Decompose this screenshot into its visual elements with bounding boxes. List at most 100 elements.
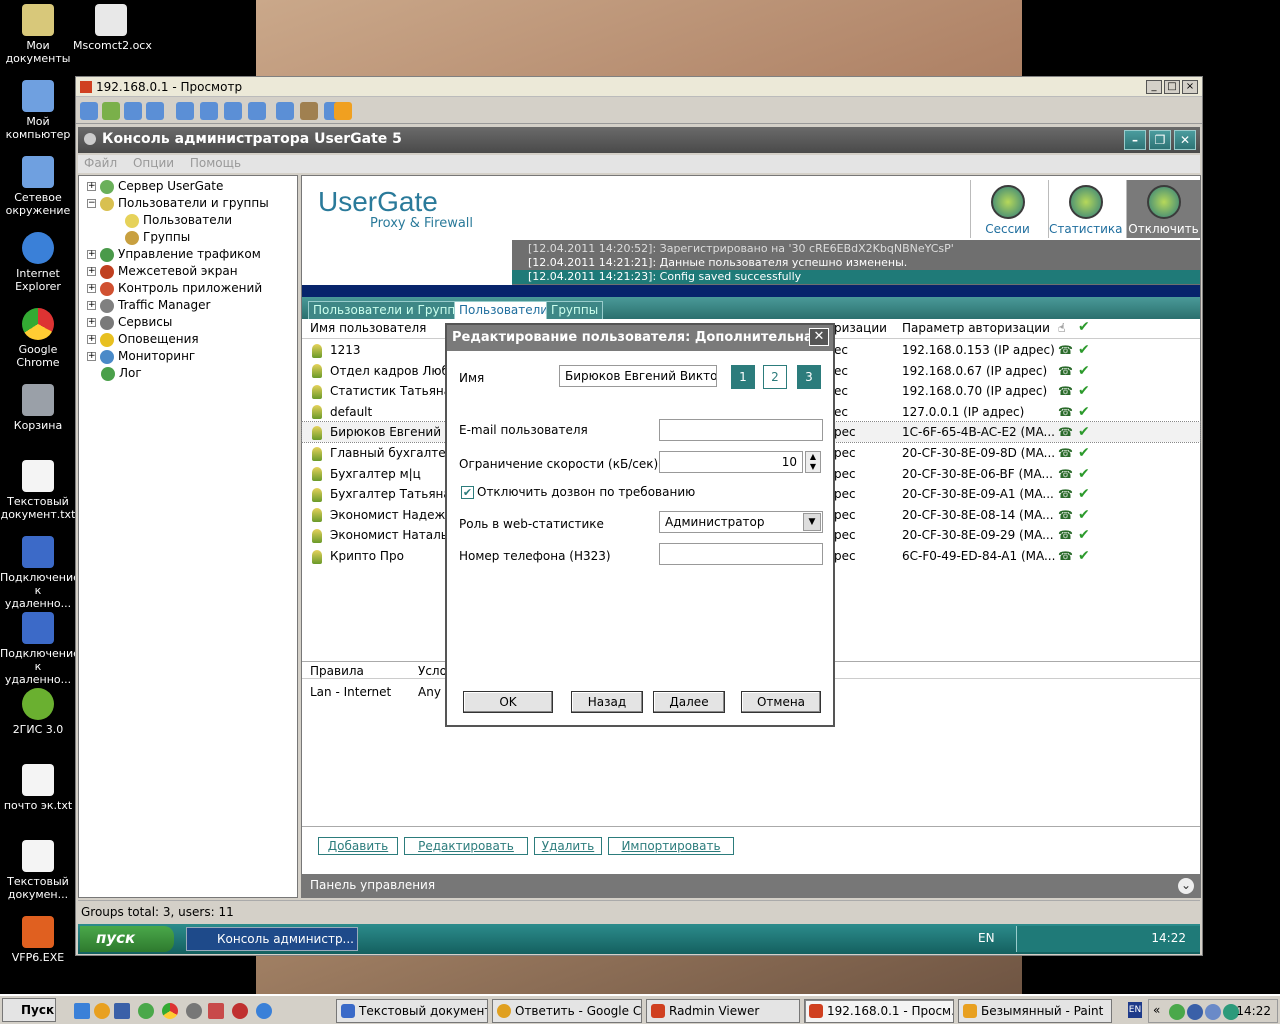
step-3-button[interactable]: 3: [797, 365, 821, 389]
copy-icon[interactable]: [276, 102, 294, 120]
column-auth-param[interactable]: Параметр авторизации: [902, 321, 1050, 335]
tree-item-services[interactable]: + Сервисы: [87, 314, 172, 331]
task-radmin-viewer[interactable]: Radmin Viewer: [646, 999, 800, 1023]
chrome-icon[interactable]: [162, 1003, 178, 1019]
expand-icon[interactable]: +: [87, 267, 96, 276]
collapse-icon[interactable]: −: [87, 199, 96, 208]
control-panel-bar[interactable]: Панель управления ⌄: [302, 874, 1200, 897]
phone-icon[interactable]: ☎: [1058, 464, 1073, 484]
dialog-close-button[interactable]: ✕: [809, 328, 829, 346]
check-icon[interactable]: ✔: [1078, 381, 1090, 401]
check-icon[interactable]: ✔: [1078, 402, 1090, 422]
desktop-icon-my-documents[interactable]: Мои документы: [0, 4, 76, 65]
task-text-document[interactable]: Текстовый документ ...: [336, 999, 488, 1023]
phone-icon[interactable]: ☎: [1058, 402, 1073, 422]
message-icon[interactable]: [146, 102, 164, 120]
check-icon[interactable]: ✔: [1078, 505, 1090, 525]
radmin-title-bar[interactable]: 192.168.0.1 - Просмотр _ □ ×: [76, 77, 1202, 97]
remote-start-button[interactable]: пуск: [80, 926, 174, 952]
chat-icon[interactable]: [102, 102, 120, 120]
email-field[interactable]: [659, 419, 823, 441]
column-conditions[interactable]: Усло: [418, 664, 447, 678]
phone-icon[interactable]: ☎: [1058, 505, 1073, 525]
desktop-icon-mscomct2[interactable]: Mscomct2.ocx: [73, 4, 152, 52]
tools-icon[interactable]: [300, 102, 318, 120]
menu-options[interactable]: Опции: [133, 156, 174, 170]
phone-icon[interactable]: ☎: [1058, 546, 1073, 566]
check-icon[interactable]: ✔: [1078, 340, 1090, 360]
tray-icon[interactable]: [1169, 1004, 1185, 1020]
ug-restore-button[interactable]: ❐: [1149, 130, 1171, 150]
sessions-button[interactable]: Сессии: [970, 180, 1044, 238]
expand-icon[interactable]: +: [87, 284, 96, 293]
column-user-name[interactable]: Имя пользователя: [310, 321, 426, 335]
phone-icon[interactable]: ☎: [1058, 525, 1073, 545]
desktop-icon-pochto[interactable]: почто эк.txt: [0, 764, 76, 812]
tree-item-log[interactable]: Лог: [101, 365, 142, 382]
statistics-button[interactable]: Статистика: [1048, 180, 1123, 238]
check-icon[interactable]: ✔: [1078, 443, 1090, 463]
dialog-title-bar[interactable]: Редактирование пользователя: Дополнитель…: [447, 325, 833, 351]
ug-close-button[interactable]: ✕: [1174, 130, 1196, 150]
phone-icon[interactable]: ☎: [1058, 422, 1073, 442]
tree-item-groups[interactable]: Группы: [125, 229, 190, 246]
show-desktop-icon[interactable]: [74, 1003, 90, 1019]
phone-icon[interactable]: ☎: [1058, 381, 1073, 401]
tab-users-and-groups[interactable]: Пользователи и Группы: [308, 301, 470, 319]
quicklaunch-icon[interactable]: [138, 1003, 154, 1019]
speed-limit-field[interactable]: 10: [659, 451, 803, 473]
task-radmin-view[interactable]: 192.168.0.1 - Просм...: [804, 999, 954, 1023]
tree-item-firewall[interactable]: + Межсетевой экран: [87, 263, 238, 280]
tree-item-server[interactable]: + Сервер UserGate: [87, 178, 223, 195]
next-button[interactable]: Далее: [653, 691, 725, 713]
step-1-button[interactable]: 1: [731, 365, 755, 389]
window-icon[interactable]: [224, 102, 242, 120]
name-field[interactable]: Бирюков Евгений Викторо: [559, 365, 717, 387]
tree-item-monitoring[interactable]: + Мониторинг: [87, 348, 195, 365]
disconnect-button[interactable]: Отключить: [1126, 180, 1200, 238]
delete-button[interactable]: Удалить: [534, 837, 602, 855]
desktop-icon-recycle-bin[interactable]: Корзина: [0, 384, 76, 432]
desktop-icon-ie[interactable]: Internet Explorer: [0, 232, 76, 293]
cancel-button[interactable]: Отмена: [741, 691, 821, 713]
refresh-icon[interactable]: [248, 102, 266, 120]
desktop-icon-chrome[interactable]: Google Chrome: [0, 308, 76, 369]
volume-icon[interactable]: [1205, 1004, 1221, 1020]
desktop-icon-text-doc-2[interactable]: Текстовый докумен...: [0, 840, 76, 901]
expand-icon[interactable]: +: [87, 250, 96, 259]
column-auth-type[interactable]: ризации: [834, 321, 887, 335]
ug-minimize-button[interactable]: –: [1124, 130, 1146, 150]
remote-task-usergate[interactable]: Консоль администр...: [186, 927, 358, 951]
desktop-icon-vfp6[interactable]: VFP6.EXE: [0, 916, 76, 964]
import-button[interactable]: Импортировать: [608, 837, 734, 855]
check-icon[interactable]: ✔: [1078, 422, 1090, 442]
tree-item-app-control[interactable]: + Контроль приложений: [87, 280, 262, 297]
opera-icon[interactable]: [232, 1003, 248, 1019]
connect-icon[interactable]: [80, 102, 98, 120]
check-icon[interactable]: ✔: [1078, 546, 1090, 566]
tree-item-traffic[interactable]: + Управление трафиком: [87, 246, 261, 263]
chevron-down-icon[interactable]: ▼: [803, 513, 821, 531]
start-button[interactable]: Пуск: [2, 998, 56, 1022]
quicklaunch-icon[interactable]: [186, 1003, 202, 1019]
maximize-button[interactable]: □: [1164, 80, 1180, 94]
phone-icon[interactable]: ☎: [1058, 340, 1073, 360]
task-chrome[interactable]: Ответить - Google Ch...: [492, 999, 642, 1023]
expand-icon[interactable]: +: [87, 352, 96, 361]
phone-icon[interactable]: ☎: [1058, 361, 1073, 381]
expand-icon[interactable]: +: [87, 335, 96, 344]
edit-button[interactable]: Редактировать: [404, 837, 528, 855]
expand-icon[interactable]: +: [87, 301, 96, 310]
remote-lang-indicator[interactable]: EN: [978, 931, 995, 945]
tree-item-traffic-manager[interactable]: + Traffic Manager: [87, 297, 210, 314]
usergate-title-bar[interactable]: Консоль администратора UserGate 5 – ❐ ✕: [78, 127, 1200, 153]
back-button[interactable]: Назад: [571, 691, 643, 713]
phone-field[interactable]: [659, 543, 823, 565]
expand-icon[interactable]: +: [87, 318, 96, 327]
phone-icon[interactable]: ☎: [1058, 443, 1073, 463]
step-2-button[interactable]: 2: [763, 365, 787, 389]
network-icon[interactable]: [1187, 1004, 1203, 1020]
add-button[interactable]: Добавить: [318, 837, 398, 855]
language-indicator[interactable]: EN: [1128, 1002, 1142, 1018]
check-icon[interactable]: ✔: [1078, 484, 1090, 504]
